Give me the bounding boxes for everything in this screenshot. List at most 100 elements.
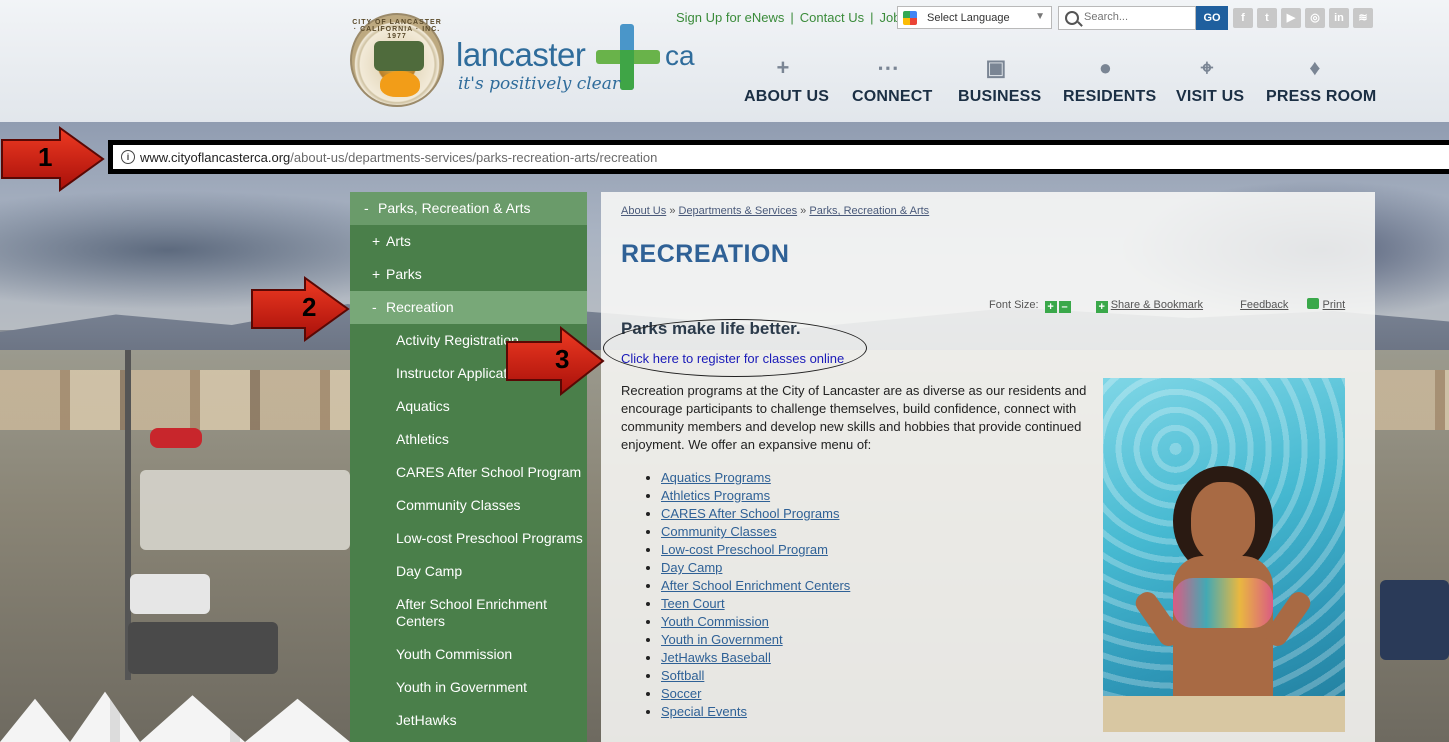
linkedin-icon[interactable]: in [1329,8,1349,28]
facebook-icon[interactable]: f [1233,8,1253,28]
print-icon [1307,298,1320,309]
sidebar-subitem[interactable]: Youth in Government [350,671,587,704]
annotation-ellipse [603,319,867,377]
breadcrumb-departments-services[interactable]: Departments & Services [679,205,798,217]
program-link[interactable]: Teen Court [661,596,725,611]
program-link[interactable]: Athletics Programs [661,488,770,503]
pool-child-photo [1103,378,1345,732]
program-link[interactable]: Softball [661,668,704,683]
program-link[interactable]: Day Camp [661,560,722,575]
enews-signup-link[interactable]: Sign Up for eNews [676,10,784,25]
nav-label: BUSINESS [958,88,1042,105]
program-link[interactable]: CARES After School Programs [661,506,839,521]
site-header: CITY OF LANCASTER · CALIFORNIA · INC. 19… [0,0,1449,122]
share-icon: ⋯ [876,55,900,80]
program-link[interactable]: Low-cost Preschool Program [661,542,828,557]
list-item: Aquatics Programs [661,469,850,487]
feedback-link[interactable]: Feedback [1240,299,1288,311]
annotation-number-1: 1 [38,142,53,172]
address-bar: i www.cityoflancasterca.org/about-us/dep… [108,140,1449,174]
search-input[interactable] [1082,10,1194,24]
breadcrumb-about-us[interactable]: About Us [621,205,666,217]
address-bar-field[interactable]: i www.cityoflancasterca.org/about-us/dep… [113,145,1449,169]
nav-about-us[interactable]: + ABOUT US [744,55,829,106]
sidebar-item-parks[interactable]: + Parks [350,258,587,291]
intro-paragraph: Recreation programs at the City of Lanca… [621,383,1087,452]
seal-text: CITY OF LANCASTER · CALIFORNIA · INC. 19… [352,19,442,40]
instagram-icon[interactable]: ◎ [1305,8,1325,28]
collapse-icon: - [372,299,377,315]
expand-icon: + [372,233,381,249]
program-link[interactable]: Youth Commission [661,614,769,629]
briefcase-icon: ▣ [985,55,1007,80]
nav-label: PRESS ROOM [1266,88,1377,105]
font-increase-button[interactable]: + [1044,301,1057,313]
plus-icon: + [776,55,790,80]
sidebar-item-arts[interactable]: + Arts [350,225,587,258]
annotation-number-3: 3 [555,344,570,374]
nav-label: RESIDENTS [1063,88,1157,105]
sidebar-subitem[interactable]: JetHawks [350,704,587,737]
map-pin-icon: ⌖ [1200,55,1214,80]
info-icon[interactable]: i [121,150,135,164]
sidebar-subitem[interactable]: CARES After School Program [350,456,587,489]
nav-connect[interactable]: ⋯ CONNECT [852,55,932,106]
sidebar-item-recreation[interactable]: - Recreation [350,291,587,324]
search-go-button[interactable]: GO [1196,6,1228,30]
program-link[interactable]: Youth in Government [661,632,783,647]
breadcrumb-parks-recreation-arts[interactable]: Parks, Recreation & Arts [809,205,929,217]
font-decrease-button[interactable]: – [1058,301,1071,313]
chevron-down-icon: ▼ [1035,11,1045,22]
program-link[interactable]: Special Events [661,704,747,719]
sidebar-subitem[interactable]: Day Camp [350,555,587,588]
program-link[interactable]: After School Enrichment Centers [661,578,850,593]
microphone-icon: ♦ [1309,55,1321,80]
google-translate-icon [903,11,917,25]
list-item: Community Classes [661,523,850,541]
search-icon [1065,11,1079,25]
sidebar-subitem[interactable]: Youth Commission [350,638,587,671]
nav-label: CONNECT [852,88,933,105]
youtube-icon[interactable]: ▶ [1281,8,1301,28]
share-bookmark-link[interactable]: Share & Bookmark [1111,299,1203,311]
page-title: RECREATION [621,240,790,268]
arrow-2-icon [251,276,350,342]
sidebar-subitem[interactable]: After School Enrichment Centers [350,588,550,638]
language-select[interactable]: Select Language ▼ [897,6,1052,29]
programs-list: Aquatics Programs Athletics Programs CAR… [661,469,850,721]
nav-business[interactable]: ▣ BUSINESS [958,55,1041,106]
nav-residents[interactable]: ● RESIDENTS [1063,55,1156,106]
language-select-label: Select Language [927,12,1010,24]
sidebar-item-label: Arts [386,233,411,249]
program-link[interactable]: Community Classes [661,524,777,539]
person-icon: ● [1098,55,1113,80]
annotation-arrow-1: 1 [0,126,105,192]
page-tools: Font Size: + – + Share & Bookmark Feedbac… [989,298,1345,313]
url-domain: www.cityoflancasterca.org [140,150,291,165]
nav-press-room[interactable]: ♦ PRESS ROOM [1266,55,1376,106]
list-item: Teen Court [661,595,850,613]
list-item: Special Events [661,703,850,721]
social-links: f t ▶ ◎ in ≋ [1233,8,1373,28]
program-link[interactable]: JetHawks Baseball [661,650,771,665]
sidebar-subitem[interactable]: Athletics [350,423,587,456]
list-item: CARES After School Programs [661,505,850,523]
print-link[interactable]: Print [1323,299,1346,311]
sidebar-subitem[interactable]: Community Classes [350,489,587,522]
search-box [1058,6,1196,30]
list-item: Softball [661,667,850,685]
expand-icon: + [372,266,381,282]
font-size-label: Font Size: [989,299,1039,311]
contact-us-link[interactable]: Contact Us [800,10,864,25]
rss-icon[interactable]: ≋ [1353,8,1373,28]
nav-label: ABOUT US [744,88,830,105]
sidebar-subitem[interactable]: Low-cost Preschool Programs [350,522,587,555]
nav-visit-us[interactable]: ⌖ VISIT US [1176,55,1244,106]
program-link[interactable]: Aquatics Programs [661,470,771,485]
sidebar-item-parks-recreation-arts[interactable]: - Parks, Recreation & Arts [350,192,587,225]
program-link[interactable]: Soccer [661,686,701,701]
list-item: Soccer [661,685,850,703]
sidebar-item-label: Recreation [386,299,454,315]
twitter-icon[interactable]: t [1257,8,1277,28]
section-sidebar: - Parks, Recreation & Arts + Arts + Parks -… [350,192,587,742]
